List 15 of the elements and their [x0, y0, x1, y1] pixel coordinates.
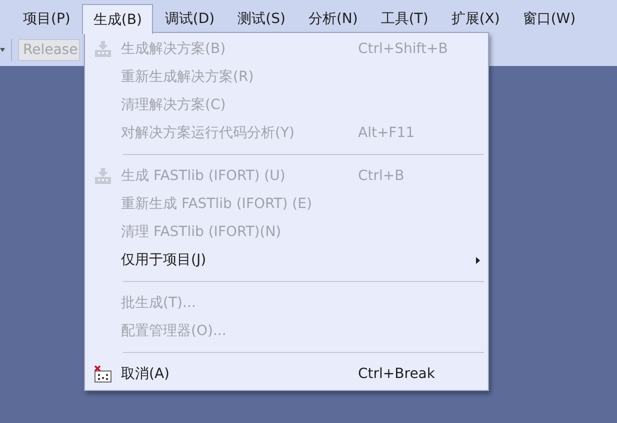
menu-item[interactable]: 仅用于项目(J)	[85, 246, 488, 274]
cancel-build-icon	[94, 365, 112, 383]
menu-item[interactable]: 生成(B)	[82, 4, 153, 34]
menu-item[interactable]: 测试(S)	[226, 4, 296, 33]
menu-item[interactable]: 窗口(W)	[512, 4, 587, 33]
menu-item[interactable]: 调试(D)	[154, 4, 226, 33]
build-icon	[94, 167, 112, 185]
menu-item[interactable]: 扩展(X)	[440, 4, 511, 33]
submenu-arrow-icon	[476, 256, 480, 264]
menu-item[interactable]: 取消(A) Ctrl+Break	[85, 360, 488, 388]
menu-item[interactable]: 分析(N)	[297, 4, 369, 33]
caret-icon[interactable]	[0, 48, 5, 52]
menu-item[interactable]: 工具(T)	[370, 4, 440, 33]
menu-item[interactable]: 项目(P)	[12, 4, 82, 33]
build-icon	[94, 40, 112, 58]
